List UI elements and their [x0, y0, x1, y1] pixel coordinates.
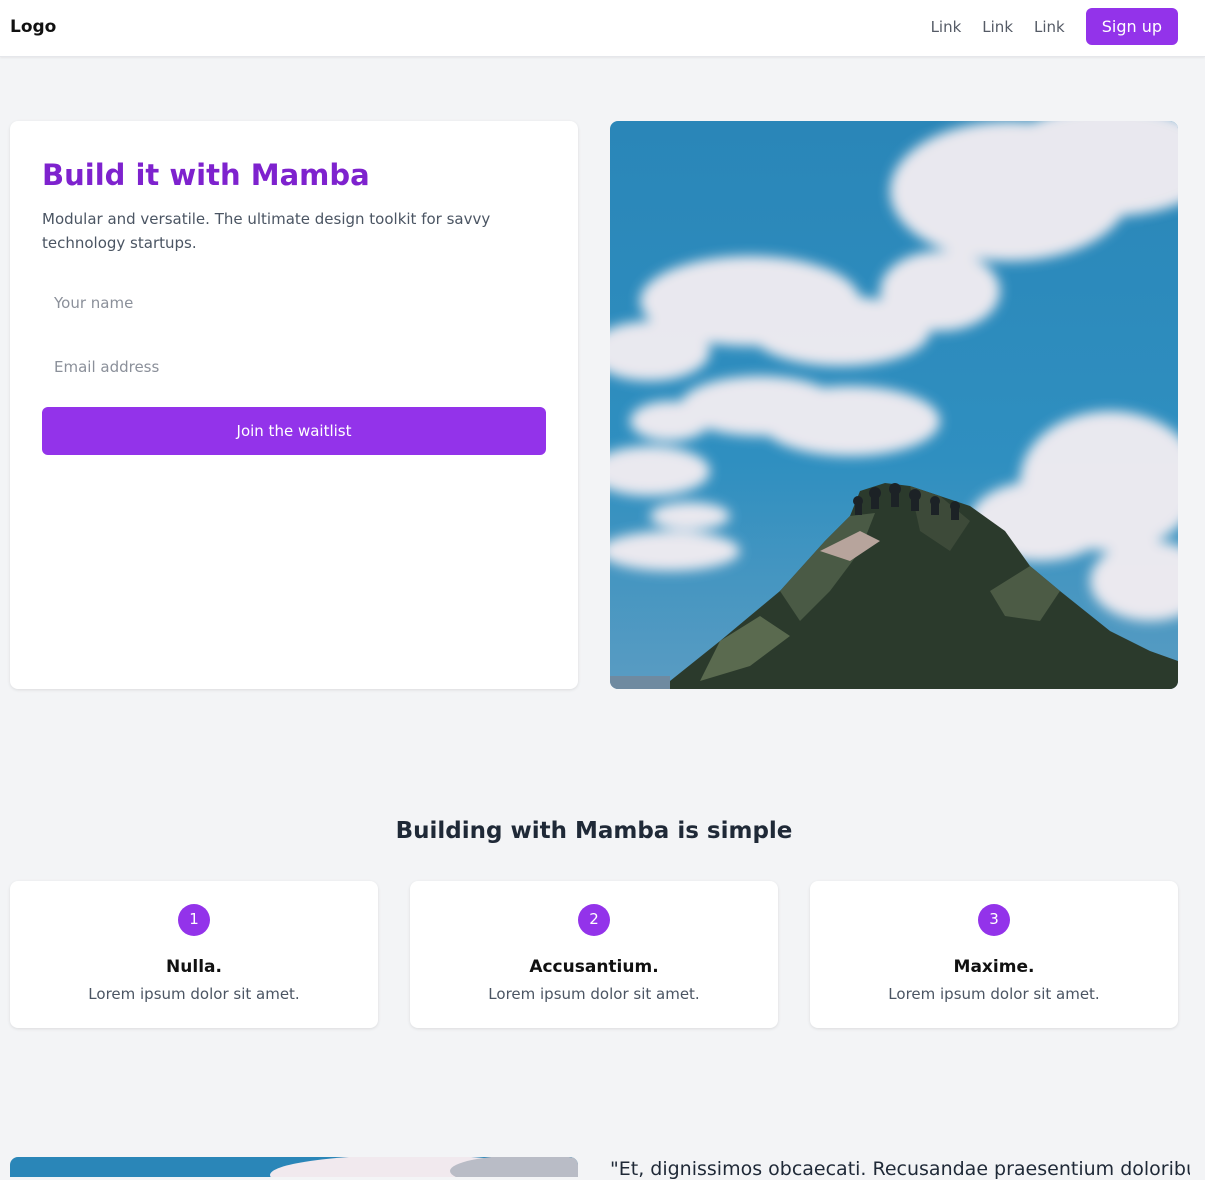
top-navbar: Logo Link Link Link Sign up	[0, 0, 1205, 57]
step-heading: Nulla.	[166, 957, 222, 977]
step-description: Lorem ipsum dolor sit amet.	[488, 985, 700, 1003]
sign-up-button[interactable]: Sign up	[1085, 8, 1178, 45]
step-description: Lorem ipsum dolor sit amet.	[88, 985, 300, 1003]
step-number-badge: 2	[578, 904, 610, 936]
hero-title: Build it with Mamba	[42, 158, 370, 192]
step-card: 2 Accusantium. Lorem ipsum dolor sit ame…	[410, 881, 778, 1028]
email-input[interactable]	[42, 344, 546, 390]
testimonial-image	[10, 1157, 578, 1177]
step-number-badge: 3	[978, 904, 1010, 936]
mountain-sky-illustration	[610, 121, 1178, 689]
logo[interactable]: Logo	[10, 17, 56, 37]
steps-section-title: Building with Mamba is simple	[395, 818, 793, 844]
step-card: 3 Maxime. Lorem ipsum dolor sit amet.	[810, 881, 1178, 1028]
hero-image	[610, 121, 1178, 689]
hero-subtitle: Modular and versatile. The ultimate desi…	[42, 210, 491, 252]
step-heading: Accusantium.	[529, 957, 659, 977]
hero-signup-card: Build it with Mamba Modular and versatil…	[10, 121, 578, 689]
step-number-badge: 1	[178, 904, 210, 936]
join-waitlist-button[interactable]: Join the waitlist	[42, 407, 546, 455]
step-card: 1 Nulla. Lorem ipsum dolor sit amet.	[10, 881, 378, 1028]
name-input[interactable]	[42, 280, 546, 326]
step-heading: Maxime.	[953, 957, 1035, 977]
nav-link-1[interactable]: Link	[931, 18, 962, 36]
sky-image-strip	[10, 1157, 578, 1177]
nav-link-2[interactable]: Link	[982, 18, 1013, 36]
nav-link-3[interactable]: Link	[1034, 18, 1065, 36]
step-description: Lorem ipsum dolor sit amet.	[888, 985, 1100, 1003]
nav-links: Link Link Link Sign up	[931, 8, 1178, 45]
